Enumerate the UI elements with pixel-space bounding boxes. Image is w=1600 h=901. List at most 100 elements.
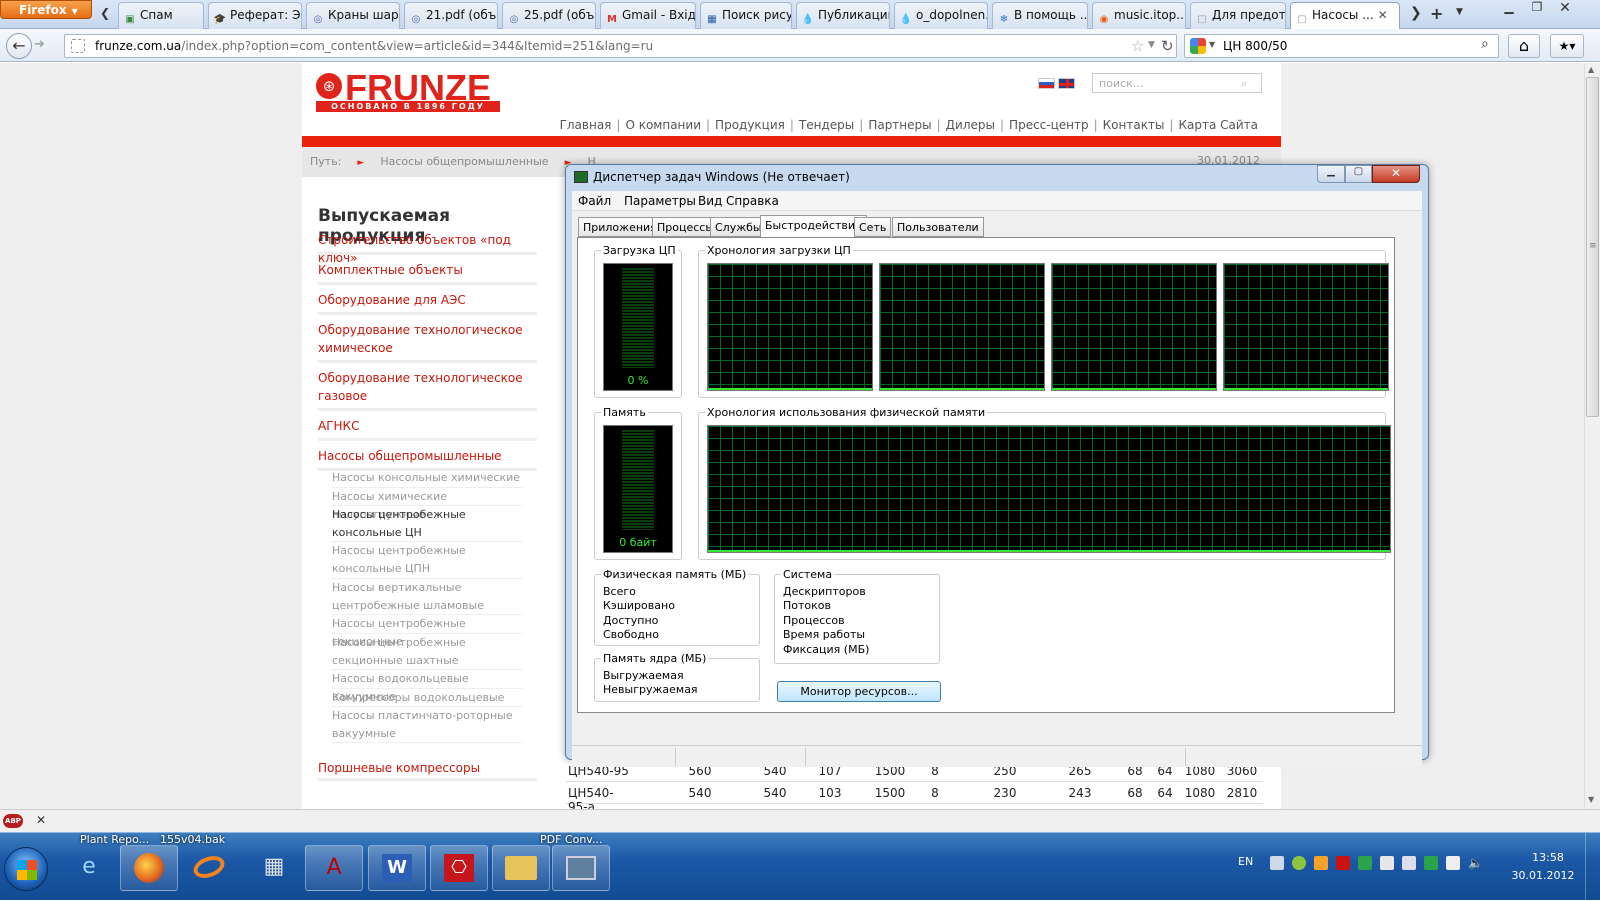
tm-menu-item[interactable]: Файл: [578, 194, 611, 208]
tm-tab[interactable]: Быстродействие: [760, 215, 867, 238]
browser-tab[interactable]: ▦ Поиск рису...: [700, 2, 792, 29]
search-bar[interactable]: ▼ ЦН 800/50 ⌕: [1184, 34, 1499, 58]
sidebar-submenu-item[interactable]: Насосы центробежные секционные: [332, 615, 523, 648]
show-desktop-button[interactable]: [1585, 833, 1600, 901]
browser-tab[interactable]: ▢ Насосы ... ✕: [1290, 2, 1400, 30]
sidebar-submenu-item[interactable]: Насосы центробежные консольные ЦПН: [332, 542, 523, 579]
bookmarks-menu-icon[interactable]: ★▾: [1550, 34, 1584, 58]
russian-flag-icon[interactable]: [1038, 78, 1055, 89]
tm-tab[interactable]: Службы: [710, 217, 767, 237]
sidebar-menu-item[interactable]: Оборудование для АЭС: [318, 291, 537, 315]
breadcrumb-link[interactable]: Насосы общепромышленные: [380, 155, 548, 168]
browser-tab[interactable]: ◉ music.itop....: [1092, 2, 1186, 29]
google-engine-icon[interactable]: [1190, 38, 1206, 54]
minimize-window-icon[interactable]: ▁: [1496, 0, 1522, 18]
sidebar-menu-item[interactable]: Оборудование технологическое газовое: [318, 369, 537, 411]
site-nav-link[interactable]: Главная: [560, 118, 612, 132]
download-manager-icon[interactable]: [180, 845, 238, 891]
close-tab-icon[interactable]: ✕: [1378, 8, 1388, 22]
clock-date[interactable]: 30.01.2012: [1508, 869, 1578, 882]
site-search-input[interactable]: поиск... ⌕: [1092, 73, 1262, 93]
reload-icon[interactable]: ↻: [1161, 37, 1174, 55]
url-history-dropdown-icon[interactable]: ▼: [1148, 40, 1155, 50]
tm-menu-item[interactable]: Справка: [726, 194, 779, 208]
bookmark-star-icon[interactable]: ☆: [1131, 37, 1144, 55]
sidebar-submenu-item[interactable]: Насосы центробежные консольные ЦН: [332, 506, 523, 542]
frunze-logo[interactable]: ⊛ FRUNZE ОСНОВАНО В 1896 ГОДУ: [316, 67, 500, 113]
tray-display-icon[interactable]: [1270, 856, 1284, 870]
browser-tab[interactable]: ▢ Для предот...: [1190, 2, 1286, 29]
tm-menu-item[interactable]: Вид: [698, 194, 722, 208]
sidebar-menu-item[interactable]: Оборудование технологическое химическое: [318, 321, 537, 363]
browser-tab[interactable]: M Gmail - Вхід...: [600, 2, 696, 29]
page-scrollbar[interactable]: ▲ ≡ ▼: [1584, 63, 1600, 809]
browser-tab[interactable]: ◎ 21.pdf (объ...: [404, 2, 498, 29]
tab-scroll-left-icon[interactable]: ❮: [100, 6, 114, 22]
sidebar-submenu-item[interactable]: Компрессоры водокольцевые: [332, 689, 523, 707]
sidebar-menu-item[interactable]: Насосы общепромышленные: [318, 447, 537, 471]
forward-button[interactable]: ➜: [34, 37, 45, 52]
tray-network-icon[interactable]: [1446, 856, 1460, 870]
tray-signal-icon[interactable]: [1314, 856, 1328, 870]
site-nav-link[interactable]: Тендеры: [799, 118, 854, 132]
url-bar[interactable]: frunze.com.ua/index.php?option=com_conte…: [64, 34, 1177, 58]
site-nav-link[interactable]: Продукция: [715, 118, 785, 132]
task-manager-taskbar-icon[interactable]: [552, 845, 610, 891]
site-search-icon[interactable]: ⌕: [1241, 77, 1247, 91]
browser-tab[interactable]: ◎ 25.pdf (объ...: [502, 2, 596, 29]
tm-menu-item[interactable]: Параметры: [624, 194, 696, 208]
scroll-down-icon[interactable]: ▼: [1588, 795, 1594, 804]
pdf-reader-icon[interactable]: ⎔: [430, 845, 488, 891]
tm-tab[interactable]: Сеть: [854, 217, 892, 237]
firefox-menu-button[interactable]: Firefox ▼: [0, 0, 92, 19]
new-tab-icon[interactable]: +: [1430, 4, 1443, 23]
clock-time[interactable]: 13:58: [1518, 851, 1578, 864]
sidebar-submenu-item[interactable]: Насосы водокольцевые вакуумные: [332, 670, 523, 703]
sidebar-submenu-item[interactable]: Насосы консольные химические: [332, 469, 523, 488]
scroll-up-icon[interactable]: ▲: [1588, 65, 1594, 74]
browser-tab[interactable]: ◎ Краны шар...: [306, 2, 400, 29]
sidebar-menu-item[interactable]: Строительство объектов «под ключ»: [318, 231, 537, 265]
browser-tab[interactable]: 💧 Публикации: [796, 2, 890, 29]
restore-window-icon[interactable]: ❐: [1524, 0, 1550, 18]
home-icon[interactable]: ⌂: [1508, 34, 1540, 58]
tm-minimize-button[interactable]: ▁: [1317, 165, 1345, 183]
tm-maximize-button[interactable]: ▢: [1345, 165, 1372, 183]
tab-scroll-right-icon[interactable]: ❯: [1410, 5, 1422, 21]
close-window-icon[interactable]: ✕: [1552, 0, 1578, 18]
tab-list-icon[interactable]: ▼: [1456, 7, 1463, 17]
tm-close-button[interactable]: ✕: [1372, 165, 1420, 183]
search-icon[interactable]: ⌕: [1481, 36, 1489, 52]
language-indicator[interactable]: EN: [1238, 855, 1253, 868]
sidebar-submenu-item[interactable]: Насосы химические полупогружные: [332, 488, 523, 521]
firefox-taskbar-icon[interactable]: [120, 845, 178, 891]
explorer-folder-icon[interactable]: [492, 845, 550, 891]
tm-tab[interactable]: Процессы: [652, 217, 720, 237]
back-button[interactable]: ←: [6, 33, 32, 59]
browser-tab[interactable]: ❄ В помощь ...: [992, 2, 1088, 29]
search-input[interactable]: ЦН 800/50: [1223, 39, 1287, 53]
acrobat-icon[interactable]: A: [305, 845, 363, 891]
internet-explorer-icon[interactable]: e: [60, 845, 118, 891]
sidebar-submenu-item[interactable]: Насосы центробежные секционные шахтные: [332, 634, 523, 670]
engine-dropdown-icon[interactable]: ▼: [1209, 40, 1215, 49]
browser-tab[interactable]: 🎓Реферат: Э...: [208, 2, 302, 29]
site-nav-link[interactable]: Дилеры: [946, 118, 995, 132]
word-icon[interactable]: W: [368, 845, 426, 891]
close-addon-bar-icon[interactable]: ✕: [36, 813, 46, 827]
site-nav-link[interactable]: Пресс-центр: [1009, 118, 1089, 132]
english-flag-icon[interactable]: [1058, 78, 1075, 89]
tm-tab[interactable]: Пользователи: [892, 217, 984, 237]
sidebar-menu-item[interactable]: Комплектные объекты: [318, 261, 537, 285]
site-nav-link[interactable]: О компании: [625, 118, 701, 132]
sidebar-submenu-item[interactable]: Насосы вертикальные центробежные шламовы…: [332, 579, 523, 615]
tray-usb-icon[interactable]: [1402, 856, 1416, 870]
site-nav-link[interactable]: Контакты: [1103, 118, 1165, 132]
tray-flash-icon[interactable]: [1336, 856, 1350, 870]
tray-android-icon[interactable]: [1292, 856, 1306, 870]
sidebar-menu-item[interactable]: АГНКС: [318, 417, 537, 441]
tray-nvidia-icon[interactable]: [1358, 856, 1372, 870]
browser-tab[interactable]: 💧o_dopolnen...: [894, 2, 988, 29]
tray-volume-icon[interactable]: 🔈: [1468, 856, 1483, 870]
sidebar-menu-item[interactable]: Поршневые компрессоры: [318, 759, 537, 781]
